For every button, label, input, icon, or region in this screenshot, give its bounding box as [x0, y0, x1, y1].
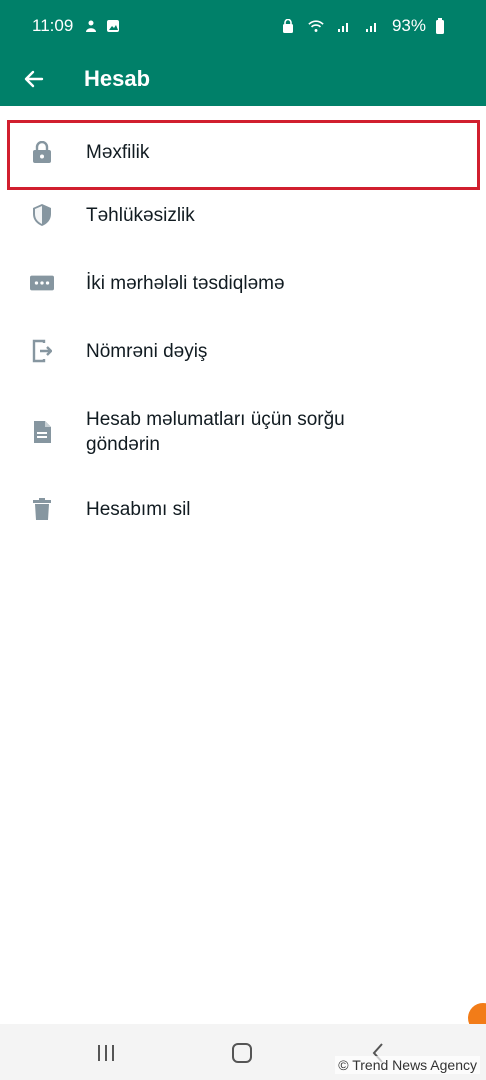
menu-item-label: İki mərhələli təsdiqləmə	[86, 272, 285, 294]
menu-item-privacy[interactable]: Məxfilik	[0, 106, 486, 198]
page-title: Hesab	[84, 66, 151, 91]
shield-icon	[30, 203, 54, 227]
status-bar: 11:09 93%	[0, 0, 486, 52]
phone-change-icon	[30, 339, 54, 363]
signal-icon	[336, 18, 352, 34]
home-icon[interactable]	[230, 1042, 254, 1064]
arrow-left-icon[interactable]	[22, 67, 46, 91]
menu-item-delete-account[interactable]: Hesabımı sil	[0, 492, 486, 526]
menu-item-request-info[interactable]: Hesab məlumatları üçün sorğu göndərin	[0, 402, 486, 462]
gallery-icon	[105, 18, 121, 34]
trash-icon	[30, 497, 54, 521]
status-right-group: 93%	[280, 16, 454, 36]
watermark: © Trend News Agency	[335, 1056, 480, 1074]
menu-item-label: Təhlükəsizlik	[86, 204, 195, 226]
wifi-icon	[308, 18, 324, 34]
password-dots-icon	[30, 271, 54, 295]
app-bar: Hesab	[0, 52, 486, 106]
menu-item-label: Hesab məlumatları üçün sorğu göndərin	[86, 409, 345, 455]
battery-percent: 93%	[391, 16, 426, 35]
lock-icon	[30, 140, 54, 164]
account-settings-list: Məxfilik Təhlükəsizlik İki mərhələli təs…	[0, 106, 486, 526]
lock-icon	[280, 18, 296, 34]
menu-item-two-step[interactable]: İki mərhələli təsdiqləmə	[0, 266, 486, 300]
status-time: 11:09	[32, 16, 74, 35]
highlight-box	[7, 120, 480, 190]
signal-icon	[364, 18, 380, 34]
menu-item-label: Məxfilik	[86, 141, 150, 163]
menu-item-change-number[interactable]: Nömrəni dəyiş	[0, 334, 486, 368]
menu-item-label: Nömrəni dəyiş	[86, 340, 208, 362]
document-icon	[30, 420, 54, 444]
menu-item-security[interactable]: Təhlükəsizlik	[0, 198, 486, 232]
notification-icon	[83, 18, 99, 34]
recent-apps-icon[interactable]	[94, 1042, 118, 1064]
menu-item-label: Hesabımı sil	[86, 498, 191, 520]
battery-icon	[432, 18, 448, 34]
